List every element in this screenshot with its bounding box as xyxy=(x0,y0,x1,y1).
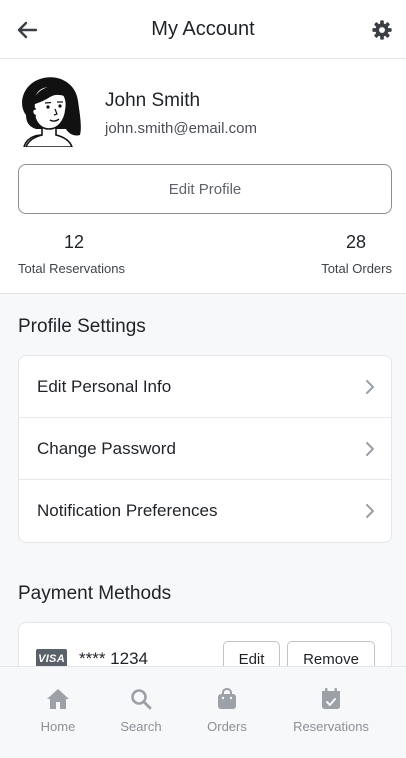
bottom-nav: Home Search Orders Reservations xyxy=(0,666,406,758)
chevron-right-icon xyxy=(366,379,374,394)
calendar-check-icon xyxy=(319,687,343,711)
shopping-bag-icon xyxy=(215,687,239,711)
gear-icon xyxy=(372,20,392,40)
stat-value: 12 xyxy=(64,232,85,252)
settings-item-label: Edit Personal Info xyxy=(37,376,172,396)
nav-item-orders[interactable]: Orders xyxy=(203,667,251,758)
avatar xyxy=(16,75,84,148)
chevron-right-icon xyxy=(366,441,374,456)
page-title: My Account xyxy=(151,18,255,40)
app-header: My Account xyxy=(0,0,406,59)
payment-card: VISA **** 1234 Edit Remove xyxy=(18,622,392,666)
nav-item-reservations[interactable]: Reservations xyxy=(288,667,374,758)
nav-item-search[interactable]: Search xyxy=(116,667,166,758)
edit-profile-button[interactable]: Edit Profile xyxy=(18,164,392,214)
settings-item-change-password[interactable]: Change Password xyxy=(19,418,391,480)
edit-payment-button[interactable]: Edit xyxy=(223,641,280,666)
settings-item-label: Change Password xyxy=(37,438,176,458)
settings-button[interactable] xyxy=(370,18,394,42)
user-name: John Smith xyxy=(105,90,201,111)
visa-card-icon: VISA xyxy=(36,649,67,666)
nav-label: Orders xyxy=(207,719,247,734)
settings-item-edit-personal-info[interactable]: Edit Personal Info xyxy=(19,356,391,418)
settings-item-notification-preferences[interactable]: Notification Preferences xyxy=(19,480,391,542)
home-icon xyxy=(46,687,70,711)
stat-reservations: 12 Total Reservations xyxy=(18,232,125,276)
nav-label: Home xyxy=(40,719,76,734)
stat-label: Total Orders xyxy=(321,261,392,276)
chevron-right-icon xyxy=(366,504,374,518)
stat-orders: 28 Total Orders xyxy=(321,232,392,276)
section-title-payment-methods: Payment Methods xyxy=(18,583,172,604)
nav-label: Search xyxy=(120,719,162,734)
nav-item-home[interactable]: Home xyxy=(38,667,78,758)
card-number: **** 1234 xyxy=(79,649,149,666)
user-email: john.smith@email.com xyxy=(105,120,257,137)
section-title-profile-settings: Profile Settings xyxy=(18,316,146,337)
settings-item-label: Notification Preferences xyxy=(37,501,218,520)
search-icon xyxy=(129,687,153,711)
stat-value: 28 xyxy=(345,232,366,252)
remove-payment-button[interactable]: Remove xyxy=(287,641,375,666)
nav-label: Reservations xyxy=(293,719,369,734)
stat-label: Total Reservations xyxy=(18,261,125,276)
settings-list: Edit Personal Info Change Password Notif… xyxy=(18,355,392,543)
profile-section: John Smith john.smith@email.com Edit Pro… xyxy=(0,59,406,294)
main-content[interactable]: Profile Settings Edit Personal Info Chan… xyxy=(0,294,406,666)
